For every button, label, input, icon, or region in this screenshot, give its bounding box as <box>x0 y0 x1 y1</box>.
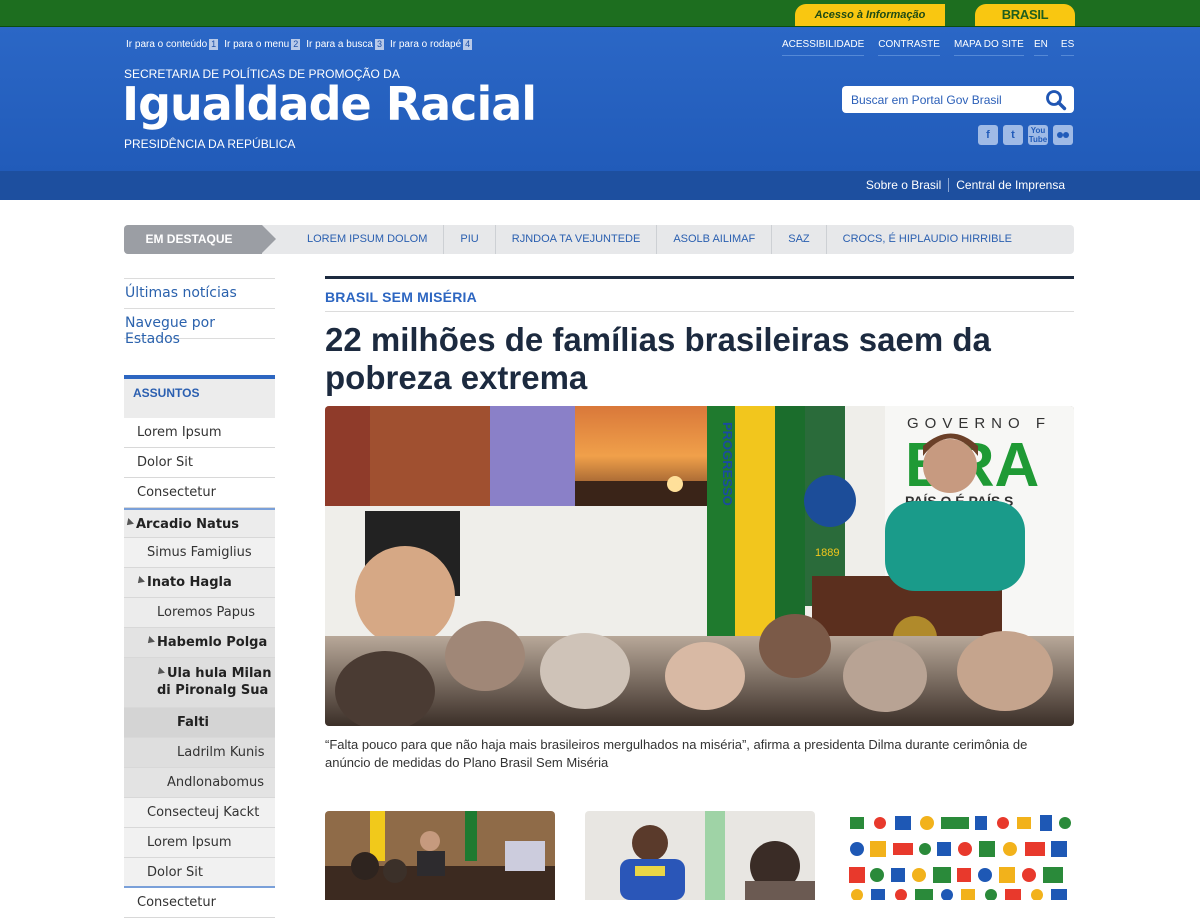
featured-arrow <box>262 225 276 253</box>
contraste-link[interactable]: CONTRASTE <box>878 39 940 56</box>
article-headline[interactable]: 22 milhões de famílias brasileiras saem … <box>325 321 1074 397</box>
menu-item[interactable]: Consectetur <box>124 478 275 508</box>
featured-item[interactable]: LOREM IPSUM DOLOM <box>276 225 443 254</box>
menu-item-expanded[interactable]: Inato Hagla <box>124 568 275 598</box>
org-subtitle: PRESIDÊNCIA DA REPÚBLICA <box>124 137 296 151</box>
social-links: f t You Tube <box>978 125 1073 145</box>
menu-item-expanded[interactable]: Habemlo Polga <box>124 628 275 658</box>
article-photo[interactable]: PROGRESSO 1889 GOVERNO F BRA PAÍS O É PA… <box>325 406 1074 726</box>
expand-icon <box>124 518 134 528</box>
main-content: BRASIL SEM MISÉRIA 22 milhões de família… <box>325 276 1074 772</box>
featured-bar: EM DESTAQUE LOREM IPSUM DOLOM PIU RJNDOA… <box>124 225 1074 254</box>
gov-bar: Acesso à Informação BRASIL <box>0 0 1200 27</box>
photo-caption: “Falta pouco para que não haja mais bras… <box>325 737 1028 770</box>
site-header: Ir para o conteúdo 1 Ir para o menu 2 Ir p… <box>0 27 1200 171</box>
menu-item[interactable]: Ladrilm Kunis <box>124 738 275 768</box>
menu-item[interactable]: Andlonabomus <box>124 768 275 798</box>
menu-item-expanded[interactable]: Ula hula Milan di Pironalg Sua <box>124 658 275 708</box>
menu-item-active[interactable]: Falti <box>124 708 275 738</box>
thumbnail-image <box>585 811 815 900</box>
subject-menu: Lorem Ipsum Dolor Sit Consectetur Arcadi… <box>124 418 275 918</box>
lang-es-link[interactable]: ES <box>1060 39 1075 56</box>
skip-to-footer-link[interactable]: Ir para o rodapé 4 <box>390 39 473 50</box>
menu-item-expanded[interactable]: Arcadio Natus <box>124 508 275 538</box>
search-input[interactable] <box>851 90 1041 110</box>
acessibilidade-link[interactable]: ACESSIBILIDADE <box>782 39 865 56</box>
sidebar: Últimas notícias Navegue por Estados ASS… <box>124 278 275 918</box>
menu-item[interactable]: Dolor Sit <box>124 858 275 888</box>
expand-icon <box>135 576 145 586</box>
photo-illustration: PROGRESSO 1889 GOVERNO F BRA PAÍS O É PA… <box>325 406 1074 726</box>
skip-links: Ir para o conteúdo 1 Ir para o menu 2 Ir p… <box>126 39 473 50</box>
skip-to-content-link[interactable]: Ir para o conteúdo 1 <box>126 39 219 50</box>
mapa-do-site-link[interactable]: MAPA DO SITE <box>953 39 1024 56</box>
thumbnail-attendance[interactable] <box>585 811 815 900</box>
skip-to-menu-link[interactable]: Ir para o menu 2 <box>224 39 301 50</box>
menu-item[interactable]: Lorem Ipsum <box>124 828 275 858</box>
photo-year-text: 1889 <box>815 547 839 559</box>
twitter-icon[interactable]: t <box>1003 125 1023 145</box>
featured-label: EM DESTAQUE <box>124 225 262 254</box>
facebook-icon[interactable]: f <box>978 125 998 145</box>
sobre-o-brasil-link[interactable]: Sobre o Brasil <box>859 178 948 192</box>
featured-item[interactable]: PIU <box>443 225 494 254</box>
search-icon[interactable] <box>1045 89 1067 111</box>
brasil-link[interactable]: BRASIL <box>975 4 1075 26</box>
site-title[interactable]: Igualdade Racial <box>122 77 537 131</box>
featured-item[interactable]: SAZ <box>771 225 825 254</box>
thumbnail-image <box>325 811 555 900</box>
menu-item[interactable]: Consectetur <box>124 888 275 918</box>
menu-item[interactable]: Simus Famiglius <box>124 538 275 568</box>
expand-icon <box>155 667 165 677</box>
menu-item[interactable]: Loremos Papus <box>124 598 275 628</box>
search-box <box>842 86 1074 113</box>
youtube-icon[interactable]: You Tube <box>1028 125 1048 145</box>
navegue-por-estados-link[interactable]: Navegue por Estados <box>124 309 275 347</box>
photo-flag-text: PROGRESSO <box>720 422 735 506</box>
menu-item[interactable]: Lorem Ipsum <box>124 418 275 448</box>
photo-banner-top: GOVERNO F <box>907 415 1051 432</box>
assuntos-heading: ASSUNTOS <box>124 375 275 418</box>
thumbnail-icons-infographic[interactable] <box>845 811 1075 900</box>
featured-item[interactable]: RJNDOA TA VEJUNTEDE <box>494 225 657 254</box>
central-de-imprensa-link[interactable]: Central de Imprensa <box>948 178 1072 192</box>
featured-item[interactable]: CROCS, É HIPLAUDIO HIRRIBLE <box>825 225 1028 254</box>
service-bar: Sobre o Brasil Central de Imprensa <box>0 171 1200 200</box>
featured-item[interactable]: ASOLB AILIMAF <box>656 225 771 254</box>
thumbnail-image <box>845 811 1075 900</box>
acesso-informacao-link[interactable]: Acesso à Informação <box>795 4 945 26</box>
related-thumbnails <box>325 811 1075 900</box>
lang-en-link[interactable]: EN <box>1034 39 1048 56</box>
flickr-icon[interactable] <box>1053 125 1073 145</box>
accessibility-links: ACESSIBILIDADE CONTRASTE MAPA DO SITE <box>782 39 1024 56</box>
ultimas-noticias-link[interactable]: Últimas notícias <box>124 279 275 309</box>
expand-icon <box>145 636 155 646</box>
menu-item[interactable]: Consecteuj Kackt <box>124 798 275 828</box>
language-links: EN ES <box>1034 39 1075 56</box>
menu-item[interactable]: Dolor Sit <box>124 448 275 478</box>
thumbnail-meeting[interactable] <box>325 811 555 900</box>
article-kicker[interactable]: BRASIL SEM MISÉRIA <box>325 279 1074 312</box>
skip-to-search-link[interactable]: Ir para a busca 3 <box>306 39 384 50</box>
